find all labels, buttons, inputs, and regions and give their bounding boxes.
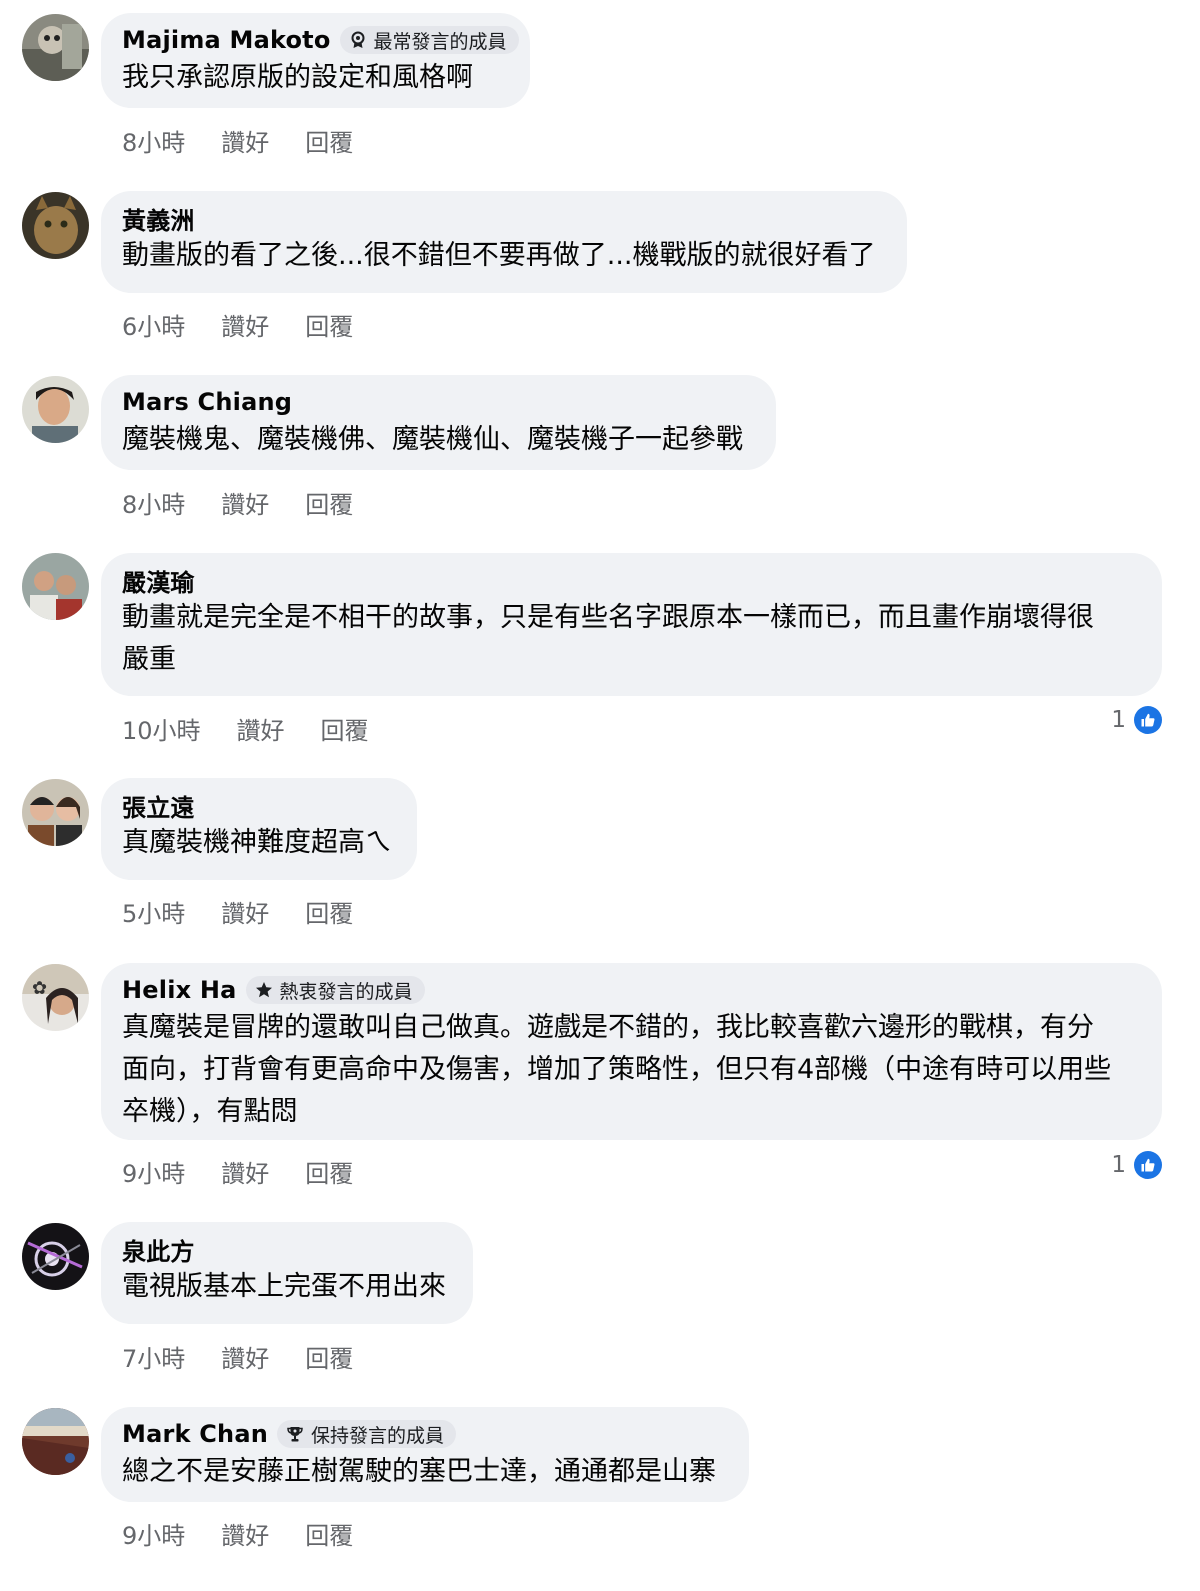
- badge-label: 最常發言的成員: [373, 30, 507, 53]
- reply-button[interactable]: 回覆: [321, 711, 369, 746]
- reply-button[interactable]: 回覆: [305, 1154, 353, 1189]
- commenter-name[interactable]: 泉此方: [122, 1232, 195, 1267]
- commenter-name[interactable]: 黃義洲: [122, 201, 195, 236]
- trophy-icon: [287, 1427, 303, 1442]
- member-badge[interactable]: 熱衷發言的成員: [245, 976, 425, 1004]
- comment-bubble: 泉此方 電視版基本上完蛋不用出來: [101, 1222, 473, 1324]
- comment-time[interactable]: 8小時: [122, 123, 185, 158]
- commenter-name[interactable]: 嚴漢瑜: [122, 563, 195, 598]
- like-reaction-icon: [1134, 1151, 1162, 1179]
- reply-button[interactable]: 回覆: [305, 307, 353, 342]
- avatar[interactable]: [22, 376, 89, 443]
- avatar[interactable]: [22, 192, 89, 259]
- award-icon: [351, 31, 365, 48]
- comment-time[interactable]: 9小時: [122, 1516, 185, 1551]
- reply-button[interactable]: 回覆: [305, 123, 353, 158]
- comment-bubble: Mark Chan 保持發言的成員 總之不是安藤正樹駕駛的塞巴士達，通通都是山寨: [101, 1407, 749, 1502]
- like-button[interactable]: 讚好: [221, 307, 269, 342]
- like-button[interactable]: 讚好: [221, 1516, 269, 1551]
- avatar[interactable]: [22, 1223, 89, 1290]
- reaction-count[interactable]: 1: [1111, 706, 1162, 734]
- like-button[interactable]: 讚好: [221, 1339, 269, 1374]
- avatar[interactable]: [22, 1408, 89, 1475]
- reaction-count[interactable]: 1: [1111, 1151, 1162, 1179]
- comment-bubble: 黃義洲 動畫版的看了之後...很不錯但不要再做了...機戰版的就很好看了: [101, 191, 907, 293]
- comment-text: 我只承認原版的設定和風格啊: [122, 62, 473, 93]
- like-button[interactable]: 讚好: [221, 894, 269, 929]
- commenter-name[interactable]: Mars Chiang: [122, 388, 292, 416]
- comment-time[interactable]: 5小時: [122, 894, 185, 929]
- comment-text: 總之不是安藤正樹駕駛的塞巴士達，通通都是山寨: [122, 1456, 716, 1487]
- badge-label: 保持發言的成員: [311, 1424, 445, 1447]
- comment-text: 魔裝機鬼、魔裝機佛、魔裝機仙、魔裝機子一起參戰: [122, 424, 743, 455]
- like-button[interactable]: 讚好: [221, 1154, 269, 1189]
- avatar[interactable]: ✿: [22, 964, 89, 1031]
- comment-time[interactable]: 7小時: [122, 1339, 185, 1374]
- comment-time[interactable]: 8小時: [122, 485, 185, 520]
- reaction-number: 1: [1111, 707, 1126, 733]
- comment-bubble: Majima Makoto 最常發言的成員 我只承認原版的設定和風格啊: [101, 13, 530, 108]
- badge-label: 熱衷發言的成員: [279, 980, 413, 1003]
- member-badge[interactable]: 保持發言的成員: [277, 1420, 457, 1448]
- svg-text:✿: ✿: [32, 978, 47, 999]
- commenter-name[interactable]: Mark Chan: [122, 1420, 268, 1448]
- comment-text: 動畫版的看了之後...很不錯但不要再做了...機戰版的就很好看了: [122, 240, 876, 271]
- avatar[interactable]: [22, 14, 89, 81]
- reply-button[interactable]: 回覆: [305, 894, 353, 929]
- comment-bubble: 張立遠 真魔裝機神難度超高ㄟ: [101, 778, 417, 880]
- comment-bubble: Helix Ha 熱衷發言的成員 真魔裝是冒牌的還敢叫自己做真。遊戲是不錯的，我…: [101, 963, 1162, 1140]
- comment-time[interactable]: 6小時: [122, 307, 185, 342]
- comment-time[interactable]: 9小時: [122, 1154, 185, 1189]
- member-badge[interactable]: 最常發言的成員: [339, 26, 519, 54]
- like-button[interactable]: 讚好: [237, 711, 285, 746]
- commenter-name[interactable]: Majima Makoto: [122, 26, 331, 54]
- avatar[interactable]: [22, 553, 89, 620]
- comment-text: 電視版基本上完蛋不用出來: [122, 1271, 446, 1302]
- comment-bubble: Mars Chiang 魔裝機鬼、魔裝機佛、魔裝機仙、魔裝機子一起參戰: [101, 375, 776, 470]
- comment-text: 真魔裝是冒牌的還敢叫自己做真。遊戲是不錯的，我比較喜歡六邊形的戰棋，有分 面向，…: [122, 1012, 1112, 1127]
- like-button[interactable]: 讚好: [221, 485, 269, 520]
- commenter-name[interactable]: Helix Ha: [122, 976, 237, 1004]
- star-icon: [255, 982, 272, 998]
- comment-bubble: 嚴漢瑜 動畫就是完全是不相干的故事，只是有些名字跟原本一樣而已，而且畫作崩壞得很…: [101, 553, 1162, 696]
- reply-button[interactable]: 回覆: [305, 1516, 353, 1551]
- like-button[interactable]: 讚好: [221, 123, 269, 158]
- avatar[interactable]: [22, 779, 89, 846]
- like-reaction-icon: [1134, 706, 1162, 734]
- comment-text: 真魔裝機神難度超高ㄟ: [122, 827, 392, 858]
- comment-time[interactable]: 10小時: [122, 711, 201, 746]
- comment-text: 動畫就是完全是不相干的故事，只是有些名字跟原本一樣而已，而且畫作崩壞得很 嚴重: [122, 602, 1094, 675]
- reply-button[interactable]: 回覆: [305, 1339, 353, 1374]
- commenter-name[interactable]: 張立遠: [122, 788, 195, 823]
- reaction-number: 1: [1111, 1152, 1126, 1178]
- reply-button[interactable]: 回覆: [305, 485, 353, 520]
